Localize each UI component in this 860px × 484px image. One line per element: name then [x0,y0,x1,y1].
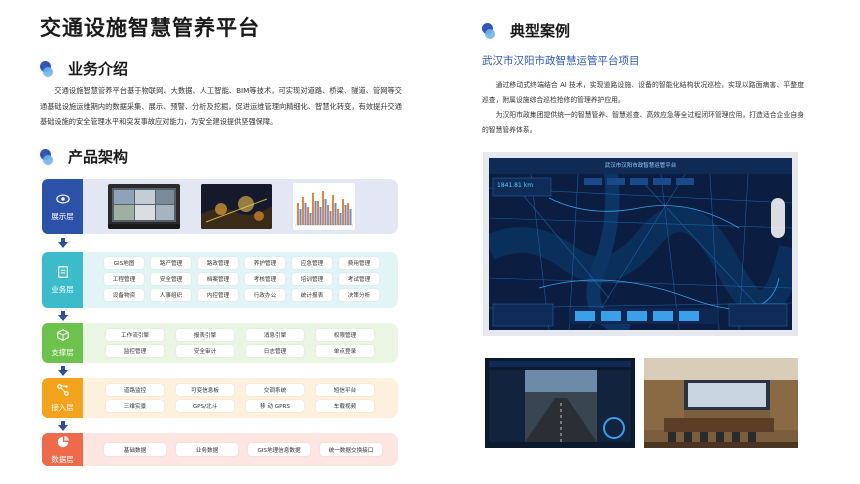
layer-name: 业务层 [51,285,74,294]
cube-icon [56,329,69,341]
section-bullet-icon [40,60,56,77]
cases-section-title: 典型案例 [510,22,571,40]
layer-name: 展示层 [51,211,74,221]
layer-module-chip: 车载视频 [316,400,374,412]
layer-module-chip: 人事组织 [151,289,191,301]
bar-chart-image [293,183,355,230]
layer-module-chip: 日志管理 [246,345,304,357]
layer-name: 接入层 [51,403,74,412]
display-layer: 展示层 [42,179,398,234]
layer-module-chip: 考核管理 [245,273,285,285]
layer-module-chip: 工程管理 [104,273,144,285]
flow-arrow [58,370,68,376]
document-icon [57,266,68,278]
layer-module-chip: 消息引擎 [246,329,304,341]
flow-arrow [58,242,68,248]
layer-module-chip: 业务数据 [176,443,238,456]
layer-module-chip: 费用管理 [339,257,379,269]
layer-name: 数据层 [51,454,74,464]
access-layer-label: 接入层 [42,378,83,418]
architecture-section-header: 产品架构 [40,146,128,167]
business-layer-label: 业务层 [42,252,83,308]
flow-arrow [58,425,68,431]
access-layer: 接入层 道路监控 可变信息板 交调系统 短信平台三维实景 GPS/北斗移 动 GPRS 车… [42,378,398,418]
layer-module-chip: 可变信息板 [176,384,234,396]
data-layer: 数据层 基础数据 业务数据 GIS地理信息数据 统一数据交换接口 [42,433,398,466]
layer-module-chip: 统计报表 [292,289,332,301]
business-layer: 业务层 GIS地图 路产管理 路政管理 养护管理 应急管理 费用管理工程管理 安全管理 档案管… [42,252,398,308]
layer-name: 支撑层 [51,348,74,357]
video-wall-image [108,184,180,229]
section-bullet-icon [40,148,56,165]
layer-module-chip: 交调系统 [246,384,304,396]
layer-module-chip: 道路监控 [106,384,164,396]
case-paragraph-2: 为汉阳市政集团提供统一的智慧管养、智慧巡查、高效应急等全过程闭环管理应用，打造适… [482,111,804,134]
dashboard-screenshot: 武汉市汉阳市政智慧运管平台 1841.81 km [483,152,798,336]
layer-module-chip: 统一数据交换接口 [320,443,382,456]
layer-module-chip: 养护管理 [245,257,285,269]
layer-module-chip: 考试管理 [339,273,379,285]
layer-module-chip: 移 动 GPRS [246,400,304,412]
layer-module-chip: 监控管理 [106,345,164,357]
layer-module-chip: 内控管理 [198,289,238,301]
business-intro-text: 交通设施智慧管养平台基于物联网、大数据、人工智能、BIM等技术，可实现对道路、桥… [40,86,402,126]
section-bullet-icon [482,22,498,39]
layer-module-chip: 路政管理 [198,257,238,269]
layer-module-chip: 短信平台 [316,384,374,396]
layer-module-chip: 报表引擎 [176,329,234,341]
layer-module-chip: 路产管理 [151,257,191,269]
layer-module-chip: 培训管理 [292,273,332,285]
layer-module-chip: 三维实景 [106,400,164,412]
eye-icon [55,193,70,204]
dashboard-title: 武汉市汉阳市政智慧运管平台 [604,163,677,169]
layer-module-chip: 行政办公 [245,289,285,301]
page-title: 交通设施智慧管养平台 [40,16,260,40]
case-paragraph-1: 通过移动式终端结合 AI 技术，实现道路设施、设备的智能化结构状况巡检，实现以路… [482,81,804,104]
layer-module-chip: 权限管理 [316,329,374,341]
night-city-image [201,184,272,229]
layer-module-chip: 安全管理 [151,273,191,285]
case-project-title: 武汉市汉阳市政智慧运管平台项目 [482,55,640,67]
layer-module-chip: GIS地图 [104,257,144,269]
support-layer-label: 支撑层 [42,323,83,363]
control-room-photo [644,358,798,448]
layer-module-chip: 基础数据 [104,443,166,456]
business-section-title: 业务介绍 [68,60,129,78]
architecture-section-title: 产品架构 [68,148,129,166]
network-icon [56,384,69,396]
display-layer-label: 展示层 [42,179,83,234]
layer-module-chip: 工作流引擎 [106,329,164,341]
dashboard-metric: 1841.81 km [497,182,534,189]
support-layer: 支撑层 工作流引擎 报表引擎 消息引擎 权限管理监控管理 安全审计 日志管理 单点登录 [42,323,398,363]
business-section-header: 业务介绍 [40,58,128,79]
pie-chart-icon [57,435,69,447]
flow-arrow [58,315,68,321]
dashboard-map: 武汉市汉阳市政智慧运管平台 1841.81 km [489,158,792,330]
layer-module-chip: 决策分析 [339,289,379,301]
layer-module-chip: 应急管理 [292,257,332,269]
data-layer-label: 数据层 [42,433,83,466]
layer-module-chip: 档案管理 [198,273,238,285]
inspection-system-photo [485,358,635,448]
layer-module-chip: GIS地理信息数据 [248,443,310,456]
layer-module-chip: 安全审计 [176,345,234,357]
cases-section-header: 典型案例 [482,20,570,41]
layer-module-chip: 设备物资 [104,289,144,301]
layer-module-chip: GPS/北斗 [176,400,234,412]
layer-module-chip: 单点登录 [316,345,374,357]
